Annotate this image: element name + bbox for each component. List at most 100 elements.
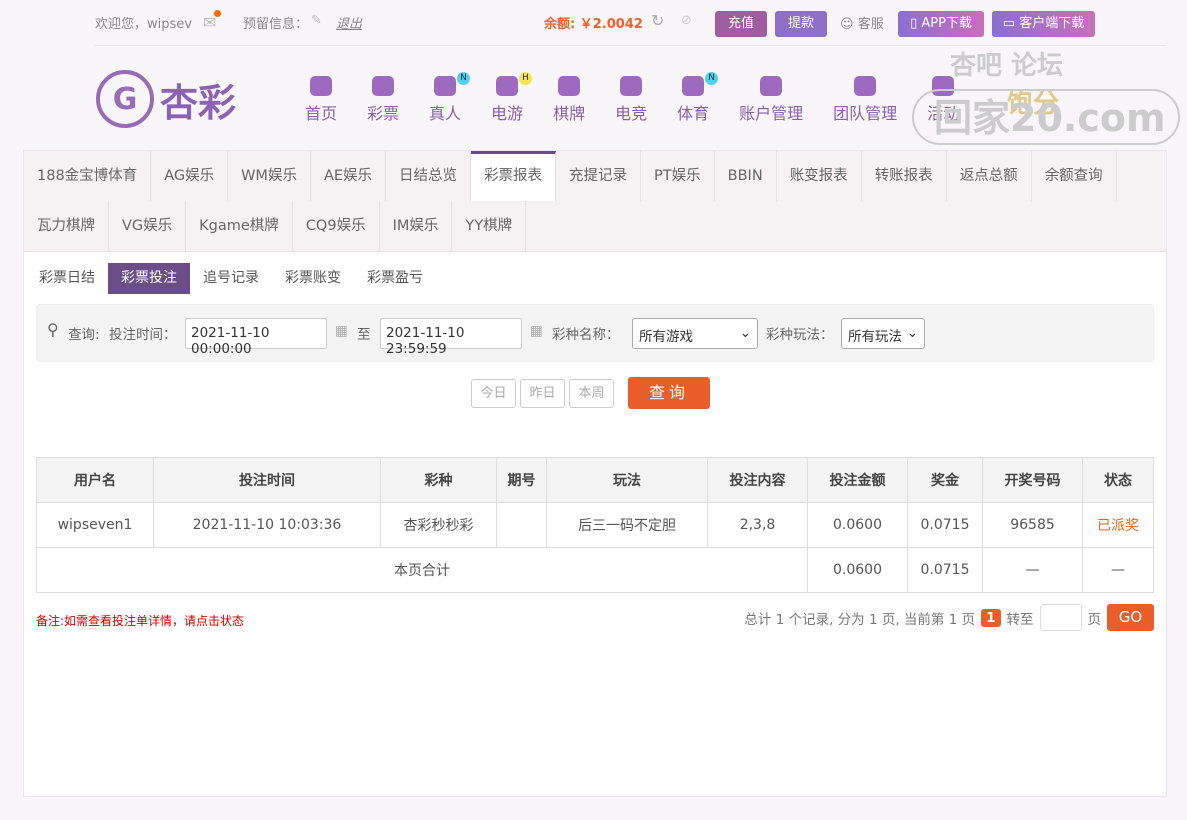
tab[interactable]: 彩票报表: [471, 151, 557, 201]
note-text: 备注:如需查看投注单详情，请点击状态: [36, 614, 245, 628]
subtab[interactable]: 追号记录: [190, 263, 272, 294]
nav-label: 彩票: [367, 104, 400, 123]
withdraw-button[interactable]: 提款: [775, 11, 827, 37]
logout-link[interactable]: 退出: [336, 13, 362, 32]
play-value: 所有玩法: [848, 329, 902, 345]
top-bar: 欢迎您，wipsev ✉ 预留信息： ✎ 退出 余额: ￥2.0042 ↻ ⊘ …: [95, 0, 1165, 46]
column-header: 状态: [1082, 457, 1154, 503]
subtab[interactable]: 彩票日结: [26, 263, 108, 294]
total-status: —: [1082, 547, 1154, 593]
query-button[interactable]: 查询: [628, 377, 710, 409]
nav-icon: [434, 76, 457, 96]
play-select[interactable]: 所有玩法 ⌄: [841, 318, 925, 349]
end-time-input[interactable]: 2021-11-10 23:59:59: [380, 318, 522, 357]
bet-table: 用户名 投注时间 彩种 期号 玩法 投注内容 投注金额 奖金 开奖号码 状态 wipseven1 2…: [36, 457, 1154, 593]
logo[interactable]: G 杏彩: [96, 70, 236, 128]
hide-eye-icon[interactable]: ⊘: [681, 13, 692, 28]
app-download-button[interactable]: ▯ APP下载: [898, 11, 984, 37]
tab[interactable]: 返点总额: [947, 151, 1032, 201]
nav-badge: N: [705, 72, 719, 85]
game-select[interactable]: 所有游戏 ⌄: [632, 318, 758, 349]
subtab[interactable]: 彩票盈亏: [354, 263, 436, 294]
status-link[interactable]: 已派奖: [1082, 502, 1154, 548]
tab[interactable]: 转账报表: [862, 151, 947, 201]
tab[interactable]: AG娱乐: [151, 151, 229, 201]
column-header: 投注内容: [707, 457, 808, 503]
nav-item[interactable]: H 电游: [476, 72, 538, 124]
tab[interactable]: AE娱乐: [311, 151, 387, 201]
go-button[interactable]: GO: [1107, 604, 1154, 631]
nav-icon: [854, 76, 877, 96]
subtab[interactable]: 彩票投注: [108, 263, 190, 294]
nav-item[interactable]: 活动: [912, 76, 974, 124]
tab[interactable]: 充提记录: [556, 151, 642, 201]
nav-item[interactable]: 棋牌: [538, 76, 600, 124]
page-input[interactable]: [1039, 604, 1082, 631]
nav-icon: [620, 76, 643, 96]
tab[interactable]: 日结总览: [386, 151, 472, 201]
nav-item[interactable]: 彩票: [352, 76, 414, 124]
nav-icon: [760, 76, 783, 96]
to-label: 至: [357, 327, 371, 343]
table-cell: 0.0600: [807, 502, 908, 548]
tab[interactable]: YY棋牌: [452, 201, 527, 251]
pagination: 总计 1 个记录, 分为 1 页, 当前第 1 页 1 转至 页 GO: [744, 604, 1154, 631]
play-label: 彩种玩法：: [766, 327, 834, 343]
nav-item[interactable]: N 真人: [414, 72, 476, 124]
today-button[interactable]: 今日: [471, 379, 516, 408]
column-header: 开奖号码: [982, 457, 1083, 503]
tab[interactable]: IM娱乐: [380, 201, 453, 251]
recharge-button[interactable]: 充值: [715, 11, 767, 37]
tab[interactable]: CQ9娱乐: [293, 201, 380, 251]
app-label: APP下载: [921, 16, 972, 31]
start-time-input[interactable]: 2021-11-10 00:00:00: [185, 318, 327, 357]
calendar-icon[interactable]: ▦: [335, 323, 348, 339]
nav-label: 团队管理: [833, 104, 898, 123]
nav-badge: H: [519, 72, 533, 85]
client-download-button[interactable]: ▭ 客户端下载: [992, 11, 1095, 37]
nav-item[interactable]: 电竞: [600, 76, 662, 124]
table-cell: 杏彩秒秒彩: [380, 502, 497, 548]
subtab[interactable]: 彩票账变: [272, 263, 354, 294]
tab[interactable]: VG娱乐: [109, 201, 187, 251]
total-row: 本页合计 0.0600 0.0715— —: [36, 547, 1154, 593]
column-header: 投注时间: [153, 457, 381, 503]
nav-item[interactable]: 首页: [290, 76, 352, 124]
game-label: 彩种名称：: [552, 327, 620, 343]
nav-icon: [932, 76, 955, 96]
nav-item[interactable]: N 体育: [662, 72, 724, 124]
table-row: wipseven1 2021-11-10 10:03:36 杏彩秒秒彩 后三一码不定胆…: [36, 502, 1154, 548]
current-page[interactable]: 1: [981, 608, 1001, 627]
column-header: 用户名: [36, 457, 154, 503]
tab[interactable]: 余额查询: [1032, 151, 1117, 201]
column-header: 彩种: [380, 457, 497, 503]
service-label: 客服: [857, 17, 884, 32]
edit-icon[interactable]: ✎: [311, 13, 322, 28]
nav-icon: [496, 76, 519, 96]
nav-item[interactable]: 团队管理: [818, 76, 912, 124]
table-cell: 2,3,8: [707, 502, 808, 548]
refresh-icon[interactable]: ↻: [651, 11, 664, 30]
customer-service-link[interactable]: ☺ 客服: [840, 13, 884, 32]
yesterday-button[interactable]: 昨日: [520, 379, 565, 408]
nav-label: 电竞: [615, 104, 648, 123]
tab[interactable]: 188金宝博体育: [24, 151, 152, 201]
tab[interactable]: WM娱乐: [228, 151, 311, 201]
table-cell: [496, 502, 547, 548]
game-value: 所有游戏: [639, 329, 693, 345]
calendar-icon[interactable]: ▦: [530, 323, 543, 339]
nav-icon: [372, 76, 395, 96]
total-bonus: 0.0715: [907, 547, 983, 593]
nav-item[interactable]: 账户管理: [724, 76, 818, 124]
tab[interactable]: 账变报表: [777, 151, 862, 201]
mail-icon[interactable]: ✉: [203, 10, 222, 32]
tab[interactable]: Kgame棋牌: [186, 201, 293, 251]
nav-label: 活动: [927, 104, 960, 123]
table-cell: 后三一码不定胆: [546, 502, 708, 548]
this-week-button[interactable]: 本周: [569, 379, 614, 408]
balance: 余额: ￥2.0042: [544, 17, 643, 32]
nav-icon: [558, 76, 581, 96]
tab[interactable]: 瓦力棋牌: [24, 201, 109, 251]
tab[interactable]: BBIN: [715, 151, 777, 201]
tab[interactable]: PT娱乐: [641, 151, 715, 201]
